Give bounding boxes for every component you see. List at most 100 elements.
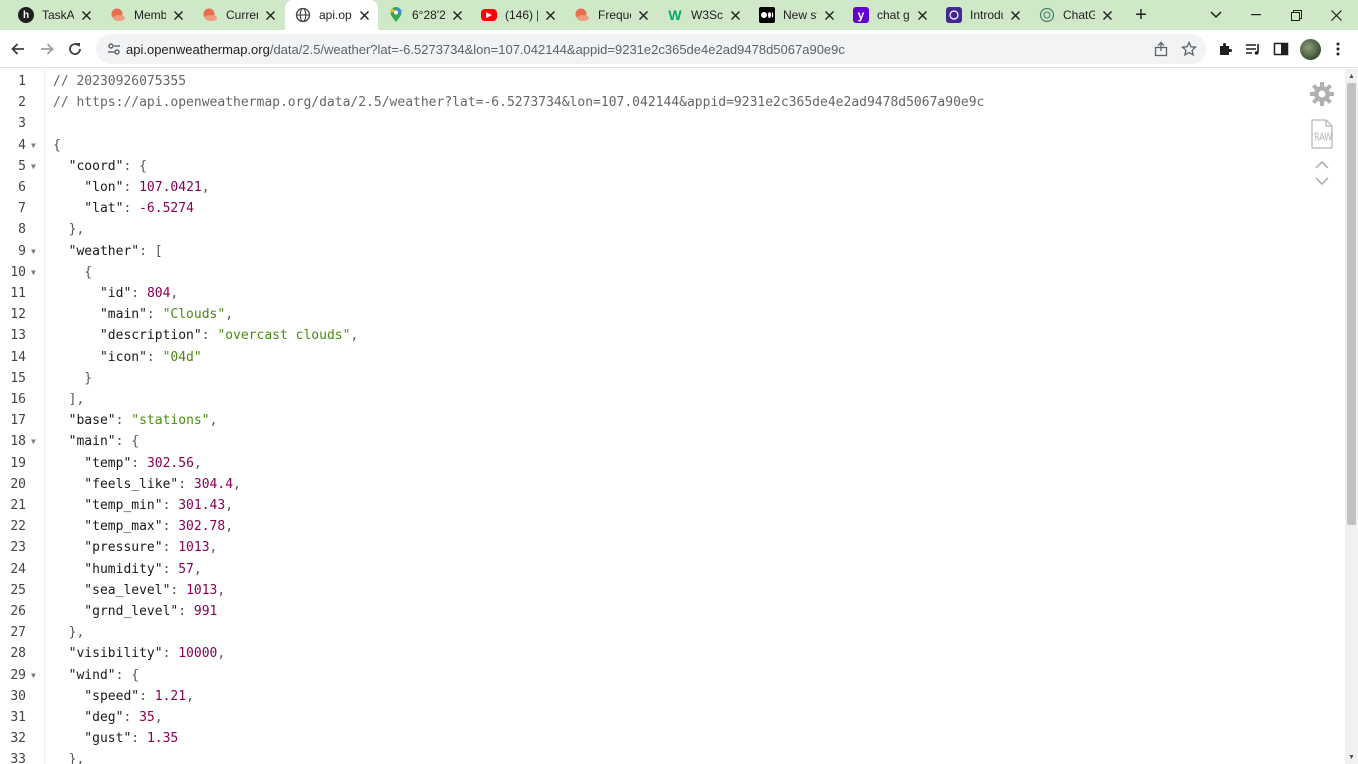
code-token: "feels_like" (53, 476, 179, 492)
share-icon[interactable] (1151, 39, 1171, 59)
browser-tab[interactable]: 6°28'27 (378, 0, 471, 30)
code-line: 20 "feels_like": 304.4, (0, 474, 1280, 495)
browser-tab[interactable]: ChatGP (1029, 0, 1121, 30)
address-bar[interactable]: api.openweathermap.org/data/2.5/weather?… (96, 34, 1206, 64)
code-line: 19 "temp": 302.56, (0, 453, 1280, 474)
code-line: 29 ▼ "wind": { (0, 665, 1280, 686)
scrollbar-thumb[interactable] (1347, 83, 1356, 525)
forward-button[interactable] (33, 35, 61, 63)
code-text: // 20230926075355 (53, 71, 186, 92)
browser-tab[interactable]: New sto (749, 0, 843, 30)
settings-gear-icon[interactable] (1309, 81, 1335, 107)
openweather-logo-icon (110, 7, 126, 23)
line-number: 29 (10, 667, 26, 683)
fold-toggle-icon[interactable]: ▼ (31, 665, 36, 686)
restore-window-button[interactable] (1276, 0, 1316, 30)
close-tab-icon[interactable] (1099, 7, 1115, 23)
site-info-tune-icon[interactable] (106, 41, 122, 57)
code-token: "speed" (53, 688, 140, 704)
vertical-scrollbar[interactable]: ▲ ▼ (1345, 69, 1358, 764)
code-token: : { (115, 667, 140, 683)
raw-view-button[interactable]: RAW (1310, 119, 1334, 149)
collapse-all-icon[interactable] (1314, 159, 1330, 171)
fold-toggle-icon[interactable]: ▼ (31, 241, 36, 262)
close-tab-icon[interactable] (914, 7, 930, 23)
minimize-window-button[interactable] (1236, 0, 1276, 30)
close-tab-icon[interactable] (727, 7, 743, 23)
browser-tab[interactable]: Member (100, 0, 192, 30)
line-number: 12 (10, 307, 26, 323)
close-tab-icon[interactable] (170, 7, 186, 23)
browser-toolbar: api.openweathermap.org/data/2.5/weather?… (0, 30, 1358, 68)
code-token: : (162, 646, 179, 662)
close-tab-icon[interactable] (449, 7, 465, 23)
code-text: "main": "Clouds", (53, 304, 233, 325)
browser-tab[interactable]: W W3Scho (657, 0, 749, 30)
extensions-puzzle-icon[interactable] (1215, 39, 1235, 59)
code-token: , (225, 307, 234, 323)
code-text: "grnd_level": 991 (53, 601, 217, 622)
scroll-up-arrow-icon[interactable]: ▲ (1347, 71, 1356, 81)
code-line: 21 "temp_min": 301.43, (0, 495, 1280, 516)
side-panel-icon[interactable] (1271, 39, 1291, 59)
tab-title: ChatGP (1063, 8, 1095, 22)
tab-search-chevron-down-icon[interactable] (1196, 0, 1236, 30)
code-token: 1013 (186, 582, 218, 598)
code-token: "temp" (53, 455, 132, 471)
code-token: "stations" (131, 413, 210, 429)
raw-label: RAW (1314, 131, 1333, 144)
code-token: "04d" (162, 349, 202, 365)
browser-tab[interactable]: ▶ (146) [T (471, 0, 564, 30)
w3schools-icon: W (668, 7, 682, 23)
tab-title: Member (134, 8, 166, 22)
media-queue-icon[interactable] (1243, 39, 1263, 59)
close-window-button[interactable] (1316, 0, 1356, 30)
kebab-menu-icon[interactable] (1328, 39, 1348, 59)
code-line: 26 "grnd_level": 991 (0, 601, 1280, 622)
browser-tab[interactable]: Current (192, 0, 284, 30)
bookmark-star-icon[interactable] (1179, 39, 1199, 59)
url-path: /data/2.5/weather?lat=-6.5273734&lon=107… (269, 42, 845, 57)
close-tab-icon[interactable] (356, 7, 372, 23)
back-button[interactable] (4, 35, 32, 63)
browser-tab[interactable]: h TaskApp (8, 0, 100, 30)
fold-toggle-icon[interactable]: ▼ (31, 431, 36, 452)
code-token: , (233, 476, 241, 492)
code-text: "gust": 1.35 (53, 728, 178, 749)
close-tab-icon[interactable] (635, 7, 651, 23)
code-token: "lon" (53, 180, 124, 195)
code-text: "feels_like": 304.4, (53, 474, 241, 495)
new-tab-button[interactable]: + (1130, 4, 1152, 26)
fold-toggle-icon[interactable]: ▼ (31, 262, 36, 283)
expand-all-icon[interactable] (1314, 175, 1330, 187)
fold-toggle-icon[interactable]: ▼ (31, 135, 36, 156)
scroll-down-arrow-icon[interactable]: ▼ (1347, 752, 1356, 762)
line-number: 20 (10, 476, 26, 492)
code-token: "pressure" (53, 540, 163, 556)
line-number: 18 (10, 434, 26, 450)
fold-toggle-icon[interactable]: ▼ (31, 156, 36, 177)
close-tab-icon[interactable] (262, 7, 278, 23)
openai-icon (946, 7, 962, 23)
code-token: : (178, 476, 194, 492)
browser-tab[interactable]: Introdu (936, 0, 1029, 30)
line-number: 2 (18, 95, 26, 111)
code-token: , (201, 180, 210, 195)
close-tab-icon[interactable] (821, 7, 837, 23)
code-token: 304.4 (193, 476, 234, 492)
close-tab-icon[interactable] (542, 7, 558, 23)
browser-tab[interactable]: Frequen (564, 0, 657, 30)
url-text[interactable]: api.openweathermap.org/data/2.5/weather?… (126, 42, 845, 57)
openweather-logo-icon (574, 7, 590, 23)
code-token: "lat" (53, 201, 124, 217)
close-tab-icon[interactable] (78, 7, 94, 23)
close-tab-icon[interactable] (1007, 7, 1023, 23)
profile-avatar[interactable] (1300, 39, 1321, 60)
openweather-logo-icon (202, 7, 218, 23)
code-line: 12 "main": "Clouds", (0, 304, 1280, 325)
reload-button[interactable] (61, 35, 89, 63)
browser-tab[interactable]: api.ope (285, 0, 378, 30)
code-token: : (146, 307, 163, 323)
browser-tab[interactable]: y chat gp (843, 0, 936, 30)
code-text: }, (53, 622, 85, 643)
